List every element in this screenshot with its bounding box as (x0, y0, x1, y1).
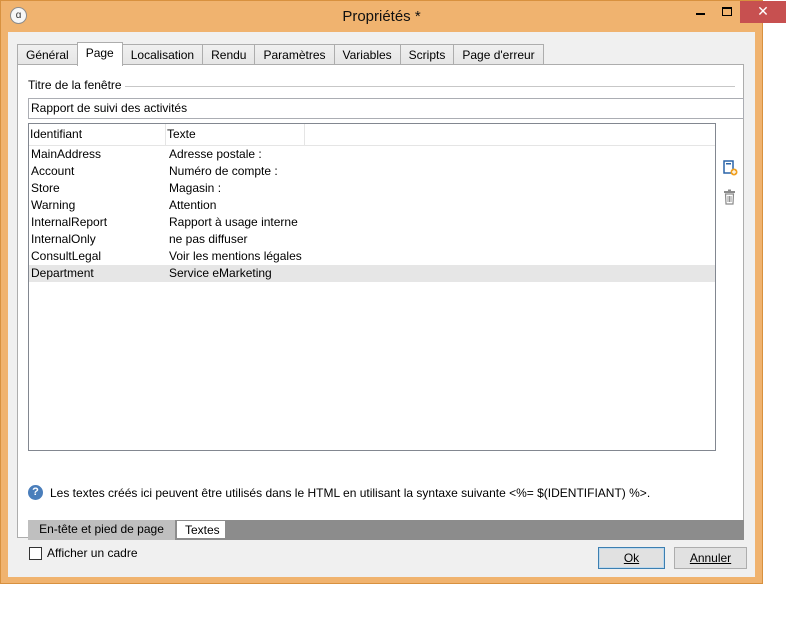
close-icon: ✕ (757, 3, 769, 19)
dialog-client-area: Général Page Localisation Rendu Paramètr… (8, 32, 755, 577)
tab-bar: Général Page Localisation Rendu Paramètr… (17, 42, 544, 66)
tab-page-erreur[interactable]: Page d'erreur (453, 44, 544, 65)
minimize-button[interactable] (688, 1, 713, 23)
maximize-button[interactable] (714, 1, 739, 23)
cell-identifiant: ConsultLegal (31, 249, 102, 263)
cell-texte: ne pas diffuser (169, 232, 248, 246)
properties-window: ɑ Propriétés * ✕ Général Page Localisati… (0, 0, 786, 584)
cell-identifiant: Department (31, 266, 94, 280)
window-title-input[interactable]: Rapport de suivi des activités (28, 98, 744, 119)
cancel-button[interactable]: Annuler (674, 547, 747, 569)
cell-texte: Numéro de compte : (169, 164, 278, 178)
table-row[interactable]: Store Magasin : (29, 180, 715, 197)
tab-parametres[interactable]: Paramètres (254, 44, 335, 65)
table-row[interactable]: ConsultLegal Voir les mentions légales (29, 248, 715, 265)
tab-page[interactable]: Page (76, 42, 123, 66)
help-icon: ? (28, 485, 43, 500)
table-row[interactable]: InternalOnly ne pas diffuser (29, 231, 715, 248)
cell-texte: Attention (169, 198, 217, 212)
group-divider (28, 86, 735, 87)
table-row[interactable]: InternalReport Rapport à usage interne (29, 214, 715, 231)
add-icon[interactable] (721, 159, 739, 177)
tab-panel-page: Titre de la fenêtre Rapport de suivi des… (17, 64, 744, 560)
window-title-label: Titre de la fenêtre (28, 78, 125, 92)
maximize-icon (721, 7, 732, 16)
title-bar[interactable]: ɑ Propriétés * ✕ (1, 1, 786, 32)
help-hint: ? Les textes créés ici peuvent être util… (28, 485, 650, 500)
show-frame-checkbox[interactable] (29, 546, 42, 560)
tab-rendu[interactable]: Rendu (202, 44, 256, 65)
tab-general[interactable]: Général (17, 44, 78, 65)
tab-variables[interactable]: Variables (333, 44, 401, 65)
cell-identifiant: MainAddress (31, 147, 102, 161)
table-header: Identifiant Texte (29, 124, 715, 146)
show-frame-option[interactable]: Afficher un cadre (29, 546, 138, 560)
close-button[interactable]: ✕ (740, 1, 786, 23)
tab-scripts[interactable]: Scripts (399, 44, 455, 65)
subtab-textes[interactable]: Textes (176, 520, 226, 539)
table-row[interactable]: Warning Attention (29, 197, 715, 214)
subtab-header-footer[interactable]: En-tête et pied de page (28, 520, 175, 540)
column-header-identifiant[interactable]: Identifiant (29, 124, 166, 145)
cell-texte: Service eMarketing (169, 266, 272, 280)
table-row[interactable]: Account Numéro de compte : (29, 163, 715, 180)
cell-texte: Adresse postale : (169, 147, 262, 161)
cell-texte: Voir les mentions légales (169, 249, 302, 263)
window-title: Propriétés * (342, 8, 421, 25)
table-body: MainAddress Adresse postale : Account Numé… (29, 146, 715, 282)
cancel-button-label: Annuler (689, 551, 732, 565)
cell-identifiant: InternalReport (31, 215, 108, 229)
help-text: Les textes créés ici peuvent être utilis… (50, 485, 651, 500)
cell-identifiant: Store (31, 181, 60, 195)
show-frame-label: Afficher un cadre (47, 546, 138, 560)
ok-button-label: Ok (623, 551, 640, 565)
cell-identifiant: InternalOnly (31, 232, 96, 246)
table-row[interactable]: MainAddress Adresse postale : (29, 146, 715, 163)
texts-table[interactable]: Identifiant Texte MainAddress Adresse pos… (28, 123, 716, 451)
cell-identifiant: Warning (31, 198, 76, 212)
column-header-texte[interactable]: Texte (166, 124, 305, 145)
cell-identifiant: Account (31, 164, 75, 178)
trash-icon[interactable] (721, 188, 739, 206)
tab-localisation[interactable]: Localisation (121, 44, 204, 65)
table-row-selected[interactable]: Department Service eMarketing (29, 265, 715, 282)
subtab-bar: En-tête et pied de page Textes (28, 520, 744, 540)
cell-texte: Rapport à usage interne (169, 215, 298, 229)
minimize-icon (696, 13, 705, 15)
ok-button[interactable]: Ok (598, 547, 665, 569)
cell-texte: Magasin : (169, 181, 222, 195)
